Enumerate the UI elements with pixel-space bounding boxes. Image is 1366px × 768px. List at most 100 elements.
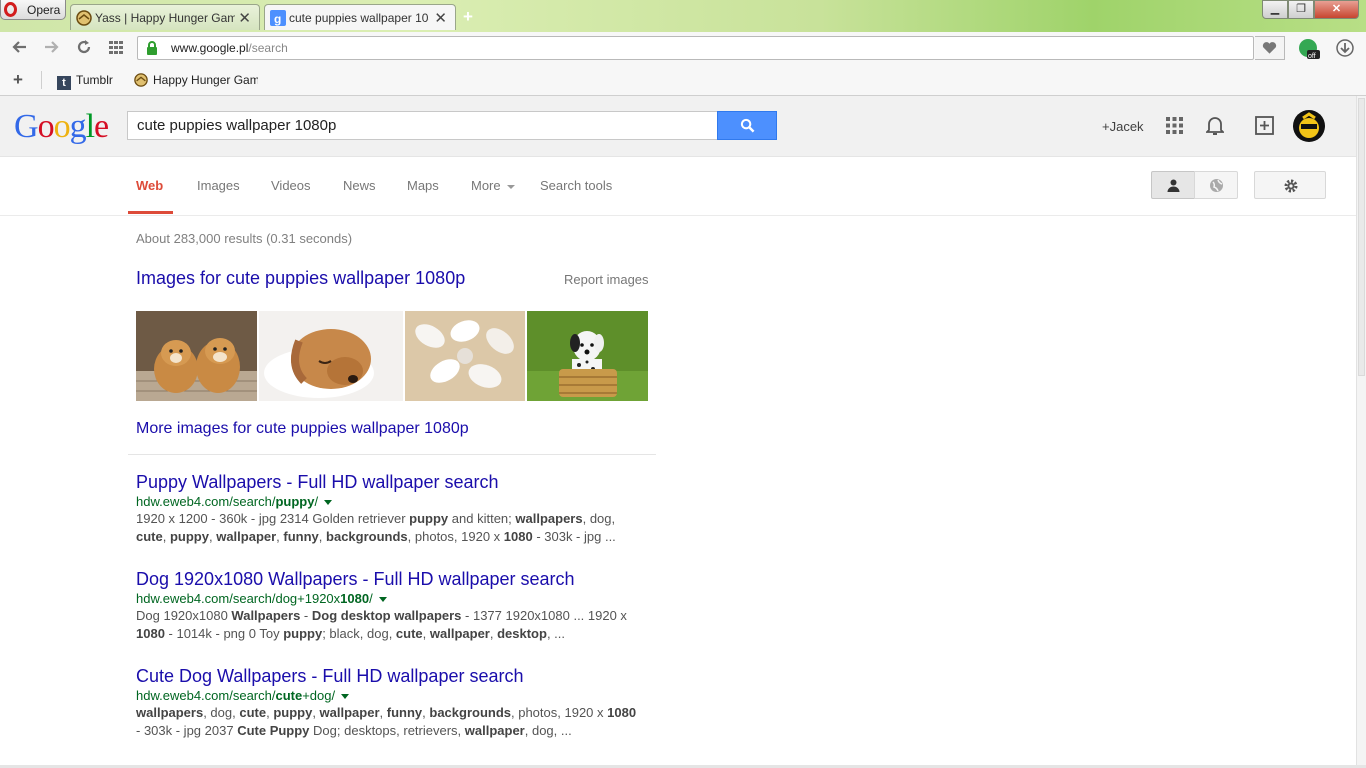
forward-arrow-icon[interactable] xyxy=(41,39,61,59)
browser-tab-hunger-games[interactable]: Yass | Happy Hunger Games ✕ xyxy=(70,4,260,30)
url-dropdown-arrow-icon[interactable] xyxy=(341,694,350,700)
snippet-bold-term: 1080 xyxy=(503,529,533,544)
snippet-bold-term: 1080 xyxy=(136,626,165,641)
tab-maps[interactable]: Maps xyxy=(407,178,439,193)
snippet-line: - 303k - jpg 2037 Cute Puppy Dog; deskto… xyxy=(136,723,572,738)
lock-icon xyxy=(147,41,157,55)
heart-icon xyxy=(1262,42,1277,54)
address-bar[interactable]: www.google.pl/search xyxy=(137,36,1254,60)
more-images-link[interactable]: More images for cute puppies wallpaper 1… xyxy=(136,420,469,438)
back-arrow-icon[interactable] xyxy=(10,39,30,59)
opera-menu-label: Opera xyxy=(27,3,61,17)
url-dropdown-arrow-icon[interactable] xyxy=(378,597,387,603)
snippet-bold-term: wallpaper xyxy=(319,705,380,720)
settings-button[interactable] xyxy=(1254,171,1326,199)
avatar[interactable] xyxy=(1293,110,1325,142)
tab-news[interactable]: News xyxy=(343,178,376,193)
share-plus-icon[interactable] xyxy=(1255,116,1274,140)
global-results-button[interactable] xyxy=(1194,171,1238,199)
image-thumbnail-puppies-group[interactable] xyxy=(405,311,525,401)
google-header: Google cute puppies wallpaper 1080p +Jac… xyxy=(0,96,1356,157)
bookmark-happy-hunger-games[interactable]: Happy Hunger Games xyxy=(134,73,258,88)
bookmarks-bar: + t Tumblr Happy Hunger Games xyxy=(0,66,1366,96)
logo-letter: G xyxy=(14,108,39,145)
search-input[interactable]: cute puppies wallpaper 1080p xyxy=(127,111,717,140)
result-snippet: Dog 1920x1080 Wallpapers - Dog desktop w… xyxy=(136,607,656,643)
images-heading-link[interactable]: Images for cute puppies wallpaper 1080p xyxy=(136,268,465,289)
search-result: Puppy Wallpapers - Full HD wallpaper sea… xyxy=(136,472,656,546)
browser-navbar: www.google.pl/search off xyxy=(0,32,1366,66)
url-prefix: hdw.eweb4.com/search/ xyxy=(136,494,276,509)
mockingjay-icon xyxy=(134,73,148,87)
notifications-bell-icon[interactable] xyxy=(1204,115,1226,141)
bookmark-tumblr[interactable]: t Tumblr xyxy=(57,73,113,90)
tumblr-icon: t xyxy=(57,76,71,90)
snippet-line: 1080 - 1014k - png 0 Toy puppy; black, d… xyxy=(136,626,565,641)
tab-images[interactable]: Images xyxy=(197,178,240,193)
tab-more[interactable]: More xyxy=(471,178,516,193)
maximize-button[interactable]: ❐ xyxy=(1288,0,1314,19)
add-bookmark-button[interactable]: + xyxy=(13,70,23,90)
snippet-line: wallpapers, dog, cute, puppy, wallpaper,… xyxy=(136,705,637,720)
image-thumbnail-sleeping-puppy[interactable] xyxy=(259,311,403,401)
active-tab-indicator xyxy=(128,211,173,214)
bookmark-heart-button[interactable] xyxy=(1255,36,1285,60)
opera-logo-icon xyxy=(4,2,17,17)
result-snippet: 1920 x 1200 - 360k - jpg 2314 Golden ret… xyxy=(136,510,656,546)
url-prefix: hdw.eweb4.com/search/ xyxy=(136,688,276,703)
tab-web[interactable]: Web xyxy=(136,178,163,193)
snippet-bold-term: puppy xyxy=(169,529,209,544)
extension-off-icon[interactable]: off xyxy=(1298,38,1320,60)
url-dropdown-arrow-icon[interactable] xyxy=(324,500,333,506)
dropdown-arrow-icon xyxy=(507,184,516,189)
result-url: hdw.eweb4.com/search/puppy/ xyxy=(136,494,656,509)
new-tab-button[interactable]: + xyxy=(463,7,473,27)
svg-text:g: g xyxy=(274,12,281,26)
logo-letter: o xyxy=(37,108,55,145)
snippet-bold-term: wallpapers xyxy=(136,705,204,720)
snippet-bold-term: puppy xyxy=(409,511,449,526)
snippet-bold-term: puppy xyxy=(273,705,313,720)
minimize-button[interactable]: ▁ xyxy=(1262,0,1288,19)
logo-letter: g xyxy=(69,108,87,145)
close-window-button[interactable]: ✕ xyxy=(1314,0,1359,19)
snippet-line: Dog 1920x1080 Wallpapers - Dog desktop w… xyxy=(136,608,627,623)
close-tab-icon[interactable]: ✕ xyxy=(238,9,251,27)
tab-videos[interactable]: Videos xyxy=(271,178,311,193)
apps-grid-icon[interactable] xyxy=(1166,117,1183,139)
personal-results-button[interactable] xyxy=(1151,171,1195,199)
snippet-line: 1920 x 1200 - 360k - jpg 2314 Golden ret… xyxy=(136,511,616,526)
result-snippet: wallpapers, dog, cute, puppy, wallpaper,… xyxy=(136,704,656,740)
snippet-bold-term: wallpaper xyxy=(216,529,277,544)
close-tab-icon[interactable]: ✕ xyxy=(434,9,447,27)
snippet-bold-term: wallpaper xyxy=(464,723,525,738)
url-text: www.google.pl/search xyxy=(171,41,288,55)
scrollbar-thumb[interactable] xyxy=(1358,98,1365,376)
result-title-link[interactable]: Dog 1920x1080 Wallpapers - Full HD wallp… xyxy=(136,569,656,590)
search-result: Dog 1920x1080 Wallpapers - Full HD wallp… xyxy=(136,569,656,643)
tab-title: Yass | Happy Hunger Games xyxy=(95,11,235,25)
bookmarks-divider xyxy=(41,71,42,89)
tab-search-tools[interactable]: Search tools xyxy=(540,178,612,193)
browser-tab-google-search[interactable]: g cute puppies wallpaper 1080p - Google … xyxy=(264,4,456,30)
image-thumbnail-dalmatian-puppy[interactable] xyxy=(527,311,648,401)
download-icon[interactable] xyxy=(1336,39,1356,59)
report-images-link[interactable]: Report images xyxy=(564,272,649,287)
google-logo[interactable]: Google xyxy=(14,108,109,146)
user-profile-link[interactable]: +Jacek xyxy=(1102,119,1144,134)
opera-menu-button[interactable]: Opera xyxy=(0,0,66,20)
search-button[interactable] xyxy=(717,111,777,140)
page-scrollbar[interactable] xyxy=(1356,96,1366,768)
result-title-link[interactable]: Cute Dog Wallpapers - Full HD wallpaper … xyxy=(136,666,656,687)
snippet-bold-term: wallpapers xyxy=(515,511,583,526)
result-title-link[interactable]: Puppy Wallpapers - Full HD wallpaper sea… xyxy=(136,472,656,493)
snippet-bold-term: funny xyxy=(386,705,423,720)
bookmark-label: Tumblr xyxy=(76,73,113,87)
image-thumbnail-corgi-puppies[interactable] xyxy=(136,311,257,401)
url-suffix: +dog/ xyxy=(302,688,336,703)
globe-icon xyxy=(1210,179,1223,192)
reload-icon[interactable] xyxy=(74,39,94,59)
url-suffix: / xyxy=(369,591,373,606)
speed-dial-grid-icon[interactable] xyxy=(106,39,126,59)
tab-title: cute puppies wallpaper 1080p - Google Se… xyxy=(289,11,429,25)
